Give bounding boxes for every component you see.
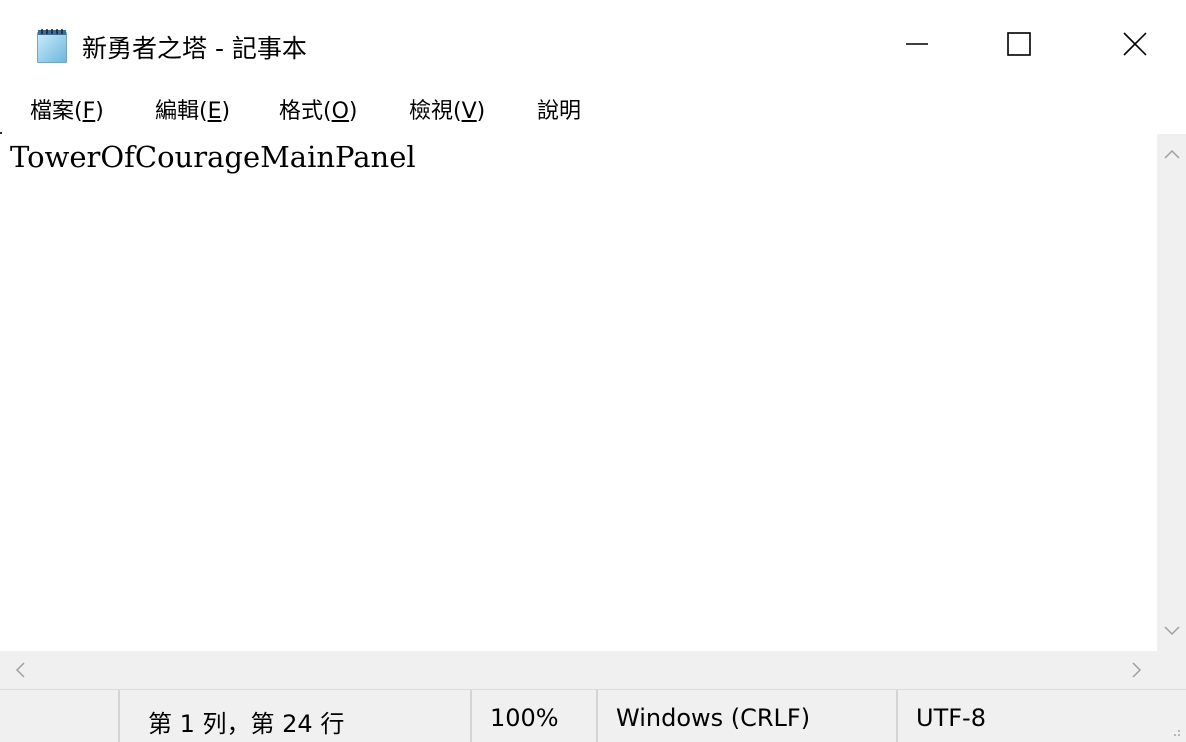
scroll-left-button[interactable] [0, 651, 40, 689]
menu-format[interactable]: 格式(O) [279, 93, 358, 125]
horizontal-scrollbar[interactable] [0, 651, 1157, 689]
editor-content[interactable]: TowerOfCourageMainPanel [10, 140, 416, 174]
menu-file[interactable]: 檔案(F) [30, 93, 104, 125]
status-encoding: UTF-8 [896, 690, 1186, 742]
scroll-right-button[interactable] [1117, 651, 1157, 689]
chevron-down-icon [1163, 626, 1180, 636]
notepad-icon[interactable] [34, 28, 72, 64]
status-zoom: 100% [470, 690, 596, 742]
menu-bar: 檔案(F) 編輯(E) 格式(O) 檢視(V) 說明 [0, 88, 1186, 132]
scroll-down-button[interactable] [1157, 611, 1186, 651]
scroll-up-button[interactable] [1157, 134, 1186, 174]
status-cursor-position: 第 1 列，第 24 行 [118, 690, 470, 742]
title-bar[interactable]: 新勇者之塔 - 記事本 [0, 0, 1186, 88]
status-bar: 第 1 列，第 24 行 100% Windows (CRLF) UTF-8 [0, 689, 1186, 742]
close-icon [1123, 32, 1147, 56]
text-editor[interactable]: TowerOfCourageMainPanel [0, 134, 1157, 651]
resize-grip-icon[interactable] [1164, 720, 1182, 738]
maximize-icon [1007, 32, 1031, 56]
chevron-right-icon [1132, 662, 1142, 678]
status-line-ending: Windows (CRLF) [596, 690, 896, 742]
notepad-window: 新勇者之塔 - 記事本 檔案(F) 編輯(E) 格式(O) 檢視(V) 說明 T… [0, 0, 1186, 742]
scrollbar-corner [1157, 651, 1186, 689]
chevron-left-icon [15, 662, 25, 678]
menu-edit[interactable]: 編輯(E) [155, 93, 230, 125]
window-title: 新勇者之塔 - 記事本 [82, 34, 307, 63]
menu-view[interactable]: 檢視(V) [409, 93, 485, 125]
menu-help[interactable]: 說明 [537, 93, 581, 125]
maximize-button[interactable] [974, 0, 1064, 88]
minimize-icon [906, 43, 928, 45]
vertical-scrollbar[interactable] [1157, 134, 1186, 651]
minimize-button[interactable] [872, 0, 962, 88]
close-button[interactable] [1090, 0, 1180, 88]
chevron-up-icon [1163, 149, 1180, 159]
